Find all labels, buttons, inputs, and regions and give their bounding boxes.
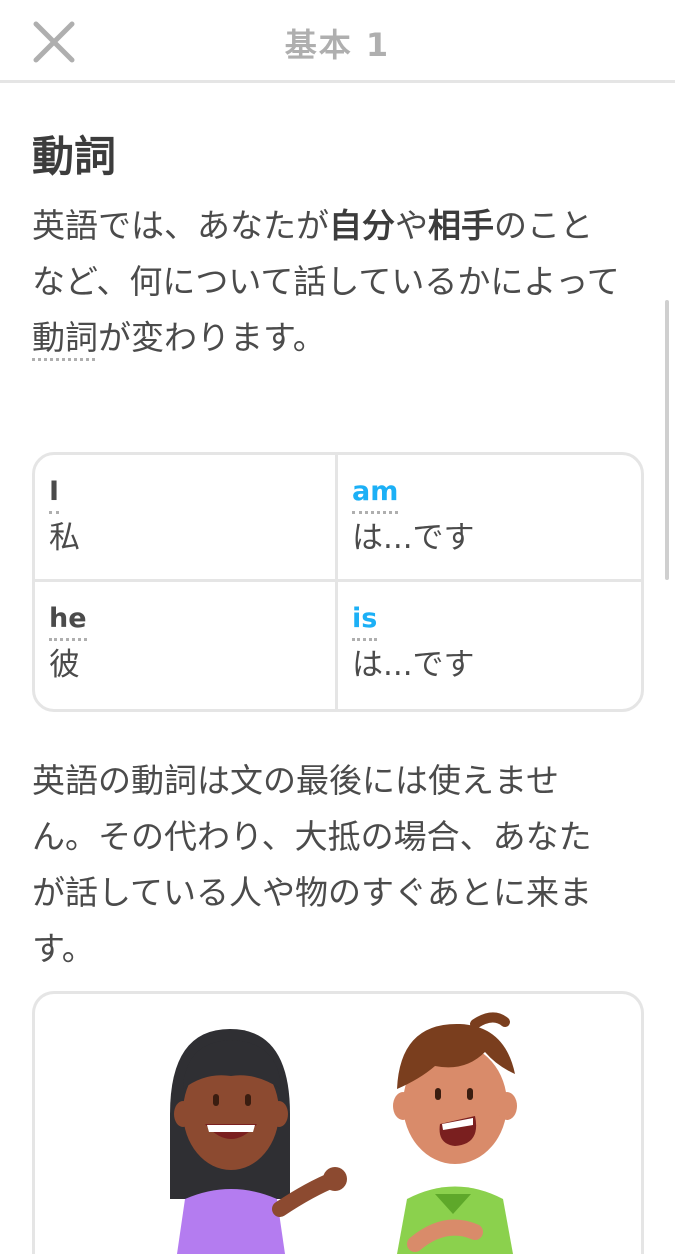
table-cell: he 彼	[35, 582, 338, 709]
vocab-word-is[interactable]: is	[352, 602, 378, 641]
boy-character	[393, 1012, 517, 1254]
vocab-meaning: 彼	[49, 647, 80, 683]
intro-text-2: や	[395, 206, 428, 245]
intro-text-1: 英語では、あなたが	[32, 206, 329, 245]
table-cell: I 私	[35, 455, 338, 582]
vocab-table: I 私 am は...です he 彼 is は...です	[32, 452, 644, 712]
header-title: 基本 1	[284, 26, 391, 64]
vocab-word-i[interactable]: I	[49, 475, 60, 514]
intro-bold-partner: 相手	[428, 206, 494, 245]
vocab-word-am[interactable]: am	[352, 475, 399, 514]
lesson-header: 基本 1	[0, 0, 675, 83]
vocab-meaning: 私	[49, 520, 80, 556]
vocab-meaning: は...です	[352, 647, 475, 683]
intro-bold-self: 自分	[329, 206, 395, 245]
intro-text-4: が変わります。	[98, 318, 326, 357]
vocab-word-he[interactable]: he	[49, 602, 87, 641]
vocab-meaning: は...です	[352, 520, 475, 556]
intro-paragraph: 英語では、あなたが自分や相手のことなど、何について話しているかによって動詞が変わ…	[32, 198, 622, 366]
characters-illustration	[170, 1012, 517, 1254]
girl-character	[170, 1029, 347, 1254]
scrollbar[interactable]	[665, 300, 669, 580]
page-title: 動詞	[32, 132, 117, 181]
explanation-paragraph: 英語の動詞は文の最後には使えません。その代わり、大抵の場合、あなたが話している人…	[32, 761, 593, 968]
verb-term-hint[interactable]: 動詞	[32, 318, 98, 357]
table-cell: is は...です	[338, 582, 641, 709]
illustration-card	[32, 991, 644, 1254]
table-cell: am は...です	[338, 455, 641, 582]
